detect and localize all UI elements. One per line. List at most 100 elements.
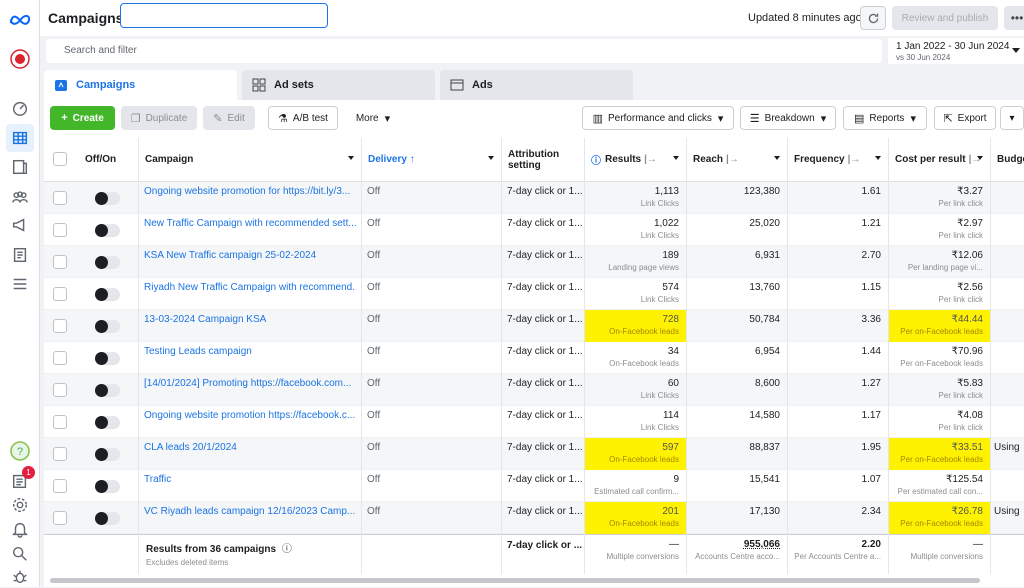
export-button[interactable]: ⇱ Export [934, 106, 996, 130]
audiences-icon[interactable] [9, 186, 31, 208]
account-avatar[interactable] [9, 48, 31, 70]
table-row[interactable]: New Traffic Campaign with recommended se… [44, 214, 1024, 246]
bug-report-icon[interactable] [9, 566, 31, 588]
table-row[interactable]: Traffic Off 7-day click or 1... 9 Estimated … [44, 470, 1024, 502]
campaign-name-link[interactable]: KSA New Traffic campaign 25-02-2024 [144, 246, 356, 278]
horizontal-scrollbar[interactable] [50, 578, 980, 583]
header-results[interactable]: ⓘ Results |→ [584, 138, 686, 182]
refresh-icon [868, 13, 878, 23]
campaign-name-link[interactable]: Ongoing website promotion for https://bi… [144, 182, 356, 214]
row-checkbox[interactable] [53, 383, 67, 397]
results-type: Landing page views [608, 263, 679, 272]
row-checkbox[interactable] [53, 287, 67, 301]
settings-gear-icon[interactable] [9, 494, 31, 516]
campaign-name-link[interactable]: Testing Leads campaign [144, 342, 356, 374]
tab-ad-sets[interactable]: Ad sets [242, 70, 435, 100]
more-options-button[interactable]: ••• [1004, 6, 1024, 30]
row-on-off-toggle[interactable] [95, 224, 120, 237]
campaign-name-link[interactable]: 13-03-2024 Campaign KSA [144, 310, 356, 342]
row-on-off-toggle[interactable] [95, 256, 120, 269]
caret-down-icon [488, 156, 494, 160]
header-frequency[interactable]: Frequency |→ [787, 138, 888, 182]
review-and-publish-button[interactable]: Review and publish [892, 6, 998, 30]
export-options-dropdown[interactable]: ▾ [1000, 106, 1024, 130]
megaphone-icon[interactable] [9, 214, 31, 236]
summary-title: Results from 36 campaigns [146, 544, 277, 555]
select-all-checkbox[interactable] [53, 152, 67, 166]
pages-icon[interactable] [9, 156, 31, 178]
row-on-off-toggle[interactable] [95, 320, 120, 333]
table-row[interactable]: Testing Leads campaign Off 7-day click or … [44, 342, 1024, 374]
campaign-name-link[interactable]: CLA leads 20/1/2024 [144, 438, 356, 470]
budget-cell [994, 214, 1024, 246]
row-checkbox[interactable] [53, 447, 67, 461]
campaign-name-link[interactable]: Traffic [144, 470, 356, 502]
edit-button[interactable]: ✎ Edit [203, 106, 255, 130]
campaign-name-link[interactable]: Riyadh New Traffic Campaign with recomme… [144, 278, 356, 310]
table-row[interactable]: Riyadh New Traffic Campaign with recomme… [44, 278, 1024, 310]
row-on-off-toggle[interactable] [95, 480, 120, 493]
row-on-off-toggle[interactable] [95, 192, 120, 205]
create-button[interactable]: + Create [50, 106, 115, 130]
ab-test-button[interactable]: ⚗ A/B test [268, 106, 338, 130]
cpr-value: ₹12.06 [951, 250, 983, 261]
table-row[interactable]: VC Riyadh leads campaign 12/16/2023 Camp… [44, 502, 1024, 534]
header-reach[interactable]: Reach |→ [686, 138, 787, 182]
row-checkbox[interactable] [53, 319, 67, 333]
header-budget[interactable]: Budge [990, 138, 1024, 182]
search-and-filter-input[interactable]: Search and filter [46, 39, 882, 63]
campaign-name-link[interactable]: [14/01/2024] Promoting https://facebook.… [144, 374, 356, 406]
campaign-name-input[interactable] [120, 3, 328, 28]
row-checkbox[interactable] [53, 223, 67, 237]
date-range-main: 1 Jan 2022 - 30 Jun 2024 [896, 41, 1010, 52]
ads-manager-table-icon[interactable] [6, 124, 34, 152]
tab-campaigns[interactable]: Campaigns [44, 70, 237, 100]
columns-dropdown[interactable]: ▥ Performance and clicks ▾ [582, 106, 734, 130]
row-checkbox[interactable] [53, 191, 67, 205]
breakdown-dropdown[interactable]: ☰ Breakdown ▾ [740, 106, 836, 130]
more-dropdown[interactable]: More ▾ [348, 106, 398, 130]
row-checkbox[interactable] [53, 351, 67, 365]
row-on-off-toggle[interactable] [95, 384, 120, 397]
search-icon[interactable] [9, 543, 31, 565]
bell-icon[interactable] [9, 518, 31, 540]
header-attribution[interactable]: Attribution setting [501, 138, 584, 182]
date-range-picker[interactable]: 1 Jan 2022 - 30 Jun 2024 vs 30 Jun 2024 [888, 38, 1024, 64]
duplicate-button[interactable]: ❐ Duplicate [121, 106, 197, 130]
table-row[interactable]: 13-03-2024 Campaign KSA Off 7-day click or… [44, 310, 1024, 342]
row-on-off-toggle[interactable] [95, 352, 120, 365]
row-on-off-toggle[interactable] [95, 416, 120, 429]
table-row[interactable]: Ongoing website promotion for https://bi… [44, 182, 1024, 214]
results-cell: 1,113 Link Clicks [584, 182, 686, 214]
campaign-name-link[interactable]: Ongoing website promotion https://facebo… [144, 406, 356, 438]
help-icon[interactable]: ? [9, 440, 31, 462]
header-onoff[interactable]: Off/On [78, 138, 138, 182]
row-checkbox[interactable] [53, 479, 67, 493]
header-delivery[interactable]: Delivery ↑ [361, 138, 501, 182]
table-row[interactable]: CLA leads 20/1/2024 Off 7-day click or 1..… [44, 438, 1024, 470]
row-checkbox[interactable] [53, 255, 67, 269]
table-row[interactable]: [14/01/2024] Promoting https://facebook.… [44, 374, 1024, 406]
tab-ads[interactable]: Ads [440, 70, 633, 100]
row-on-off-toggle[interactable] [95, 448, 120, 461]
toggle-knob [95, 352, 108, 365]
cpr-value: ₹2.97 [957, 218, 983, 229]
campaign-name-link[interactable]: VC Riyadh leads campaign 12/16/2023 Camp… [144, 502, 356, 534]
header-campaign[interactable]: Campaign [138, 138, 361, 182]
row-checkbox[interactable] [53, 415, 67, 429]
refresh-button[interactable] [860, 6, 886, 30]
cpr-value: ₹44.44 [951, 314, 983, 325]
campaign-name-link[interactable]: New Traffic Campaign with recommended se… [144, 214, 356, 246]
header-cost-per-result[interactable]: Cost per result |→ [888, 138, 990, 182]
dashboard-icon[interactable] [9, 97, 31, 119]
duplicate-label: Duplicate [145, 112, 188, 124]
reports-dropdown[interactable]: ▤ Reports ▾ [843, 106, 927, 130]
row-on-off-toggle[interactable] [95, 288, 120, 301]
meta-logo-icon[interactable] [8, 8, 32, 30]
row-on-off-toggle[interactable] [95, 512, 120, 525]
row-checkbox[interactable] [53, 511, 67, 525]
menu-icon[interactable] [9, 273, 31, 295]
table-row[interactable]: Ongoing website promotion https://facebo… [44, 406, 1024, 438]
table-row[interactable]: KSA New Traffic campaign 25-02-2024 Off 7-… [44, 246, 1024, 278]
billing-icon[interactable] [9, 244, 31, 266]
